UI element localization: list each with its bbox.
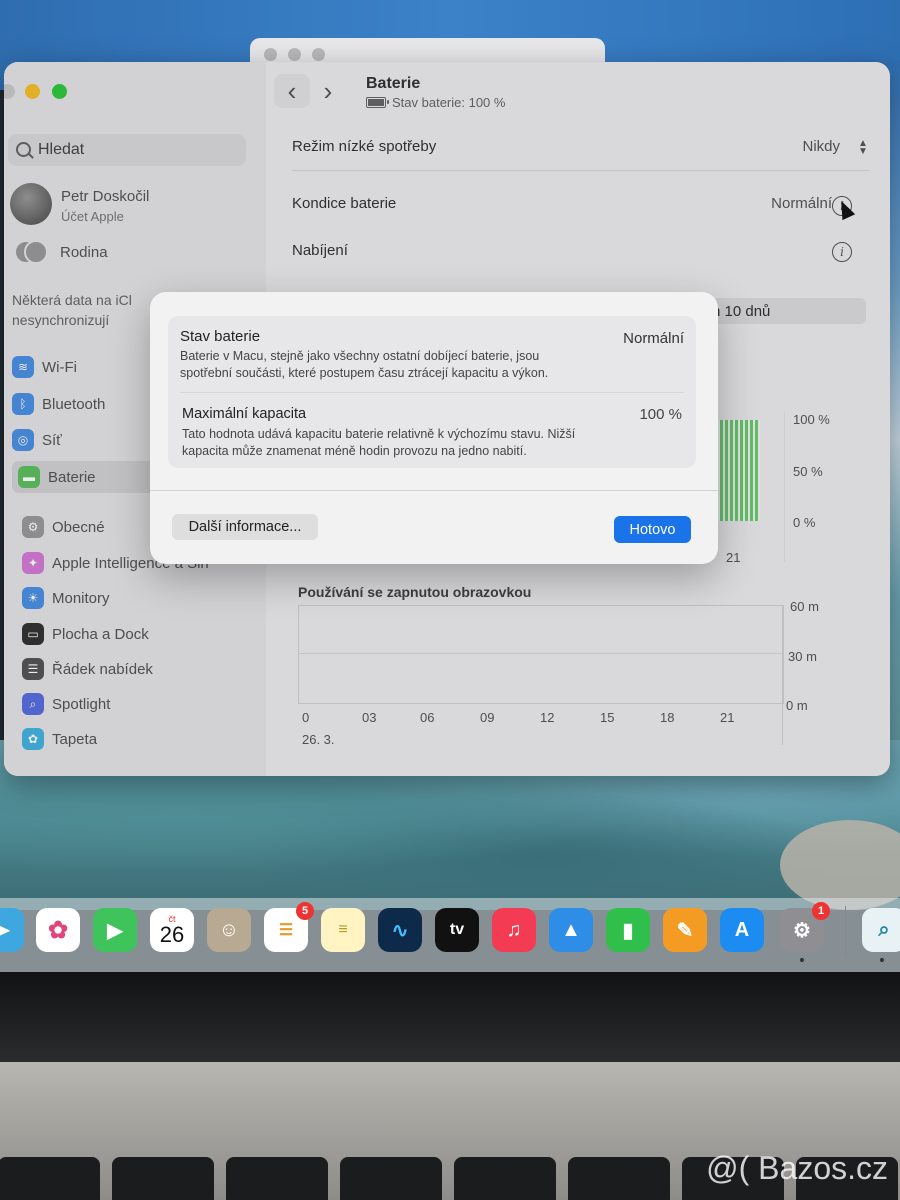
system-settings-icon[interactable]: ⚙ 1	[780, 902, 830, 952]
notification-badge: 5	[296, 902, 314, 920]
dialog-capacity-value: 100 %	[639, 406, 682, 423]
key	[226, 1157, 328, 1200]
contacts-icon[interactable]: ☺	[207, 908, 251, 952]
dialog-info-card: Stav baterie Normální Baterie v Macu, st…	[168, 316, 696, 468]
dialog-capacity-desc-line1: Tato hodnota udává kapacitu baterie rela…	[182, 427, 576, 441]
key	[0, 1157, 100, 1200]
watermark: @( Bazos.cz	[706, 1150, 888, 1186]
key	[340, 1157, 442, 1200]
dialog-health-desc-line1: Baterie v Macu, stejně jako všechny osta…	[180, 349, 540, 363]
divider	[150, 490, 718, 491]
dock-divider	[845, 906, 846, 956]
app-store-icon[interactable]: A	[720, 908, 764, 952]
dialog-health-desc-line2: spotřební součásti, které postupem času …	[180, 366, 549, 380]
laptop-bezel	[0, 972, 900, 1062]
apple-tv-icon[interactable]: tv	[435, 908, 479, 952]
calendar-icon[interactable]: čt 26	[150, 908, 194, 952]
dialog-capacity-title: Maximální kapacita	[182, 406, 307, 422]
photo-scene: Petr Doskočil Účet Apple Rodina Některá …	[0, 0, 900, 1200]
done-button[interactable]: Hotovo	[614, 516, 691, 543]
running-indicator	[800, 958, 804, 962]
notes-icon[interactable]: ≡	[321, 908, 365, 952]
preview-icon[interactable]: ⌕	[862, 908, 900, 952]
dialog-health-value: Normální	[623, 330, 684, 347]
facetime-icon[interactable]: ▶	[93, 908, 137, 952]
maps-icon[interactable]: ➤	[0, 908, 24, 952]
zoom-dot-icon	[312, 48, 325, 61]
numbers-icon[interactable]: ▮	[606, 908, 650, 952]
dialog-capacity-desc-line2: kapacita může znamenat méně hodin provoz…	[182, 444, 527, 458]
key	[454, 1157, 556, 1200]
music-icon[interactable]: ♫	[492, 908, 536, 952]
freeform-icon[interactable]: ∿	[378, 908, 422, 952]
close-dot-icon	[264, 48, 277, 61]
calendar-day-number: 26	[159, 922, 185, 947]
photos-icon[interactable]: ✿	[36, 908, 80, 952]
more-info-button[interactable]: Další informace...	[172, 514, 318, 540]
battery-health-dialog: Stav baterie Normální Baterie v Macu, st…	[150, 292, 718, 564]
divider	[180, 392, 684, 393]
dock: ➤ ✿ ▶ čt 26 ☺ ☰ 5 ≡ ∿ tv ♫ ▲ ▮ ✎ A ⚙ 1 ⌕	[0, 898, 900, 972]
reminders-icon[interactable]: ☰ 5	[264, 902, 314, 952]
keynote-icon[interactable]: ▲	[549, 908, 593, 952]
pages-icon[interactable]: ✎	[663, 908, 707, 952]
key	[112, 1157, 214, 1200]
key	[568, 1157, 670, 1200]
running-indicator	[880, 958, 884, 962]
minimize-dot-icon	[288, 48, 301, 61]
dialog-health-title: Stav baterie	[180, 328, 261, 345]
tv-label: tv	[449, 921, 465, 938]
notification-badge: 1	[812, 902, 830, 920]
